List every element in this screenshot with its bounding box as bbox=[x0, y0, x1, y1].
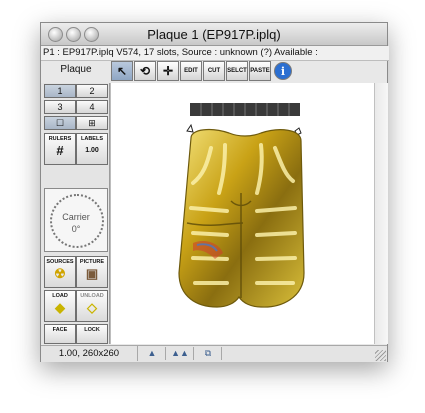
unload-button[interactable]: UNLOAD ◇ bbox=[76, 290, 108, 322]
grid-view-button[interactable]: ⊞ bbox=[76, 116, 108, 130]
rotate-icon: ⟲ bbox=[139, 64, 151, 78]
slot-button-2[interactable]: 2 bbox=[76, 84, 108, 98]
rulers-button[interactable]: RULERS # bbox=[44, 133, 76, 165]
select-arrow-icon: ↖ bbox=[116, 64, 128, 78]
crosshair-button[interactable]: ✛ bbox=[157, 61, 179, 81]
sources-button[interactable]: SOURCES ☢ bbox=[44, 256, 76, 288]
lock-label: LOCK bbox=[84, 327, 100, 333]
carrier-label: Carrier bbox=[62, 212, 90, 222]
paste-button[interactable]: PASTE bbox=[249, 61, 271, 81]
face-label: FACE bbox=[52, 327, 68, 333]
info-line: P1 : EP917P.iplq V574, 17 slots, Source … bbox=[41, 46, 389, 61]
select-button[interactable]: SELCT bbox=[226, 61, 248, 81]
unload-icon: ◇ bbox=[87, 300, 97, 315]
rulers-label: RULERS bbox=[48, 136, 72, 142]
window-title: Plaque 1 (EP917P.iplq) bbox=[147, 27, 281, 42]
labels-label: LABELS bbox=[81, 136, 103, 142]
info-button[interactable]: i bbox=[274, 62, 292, 80]
title-bar[interactable]: Plaque 1 (EP917P.iplq) bbox=[41, 23, 387, 46]
copy-view-button[interactable]: ⧉ bbox=[195, 347, 222, 360]
picture-label: PICTURE bbox=[79, 259, 105, 265]
zoom-out-button[interactable]: ▲ bbox=[139, 347, 166, 360]
plaque-image bbox=[178, 103, 305, 308]
status-bar: 1.00, 260x260 ▲ ▲▲ ⧉ bbox=[41, 345, 387, 362]
toolbar: ↖ ⟲ ✛ EDIT CUT SELCT PASTE i bbox=[111, 61, 292, 81]
plaque-window: Plaque 1 (EP917P.iplq) P1 : EP917P.iplq … bbox=[40, 22, 389, 362]
zoom-in-button[interactable]: ▲▲ bbox=[167, 347, 194, 360]
paste-icon: PASTE bbox=[250, 68, 270, 74]
sidebar: 1 2 3 4 ☐ ⊞ RULERS # LABELS 1.00 Carrier… bbox=[41, 83, 110, 344]
slot-button-1[interactable]: 1 bbox=[44, 84, 76, 98]
select-arrow-button[interactable]: ↖ bbox=[111, 61, 133, 81]
copy-view-icon: ⧉ bbox=[204, 348, 212, 358]
edit-icon: EDIT bbox=[184, 68, 198, 74]
load-label: LOAD bbox=[52, 293, 68, 299]
vertical-scrollbar[interactable] bbox=[374, 83, 388, 344]
load-button[interactable]: LOAD ◆ bbox=[44, 290, 76, 322]
square-view-icon: ☐ bbox=[55, 118, 65, 128]
edit-button[interactable]: EDIT bbox=[180, 61, 202, 81]
rotate-button[interactable]: ⟲ bbox=[134, 61, 156, 81]
resize-grip[interactable] bbox=[375, 350, 386, 361]
select-icon: SELCT bbox=[227, 68, 247, 74]
picture-icon: ▣ bbox=[85, 266, 99, 281]
cut-button[interactable]: CUT bbox=[203, 61, 225, 81]
labels-icon: 1.00 bbox=[85, 147, 99, 154]
zoom-in-mountain-icon: ▲▲ bbox=[171, 348, 189, 358]
gold-plaque bbox=[178, 128, 305, 308]
sources-label: SOURCES bbox=[46, 259, 74, 265]
rulers-grid-icon: # bbox=[56, 143, 64, 158]
zoom-out-mountain-icon: ▲ bbox=[147, 348, 157, 358]
cut-icon: CUT bbox=[207, 68, 221, 74]
radiation-icon: ☢ bbox=[54, 266, 66, 281]
square-view-button[interactable]: ☐ bbox=[44, 116, 76, 130]
scale-bar bbox=[190, 103, 300, 116]
info-icon: i bbox=[280, 64, 286, 78]
unload-label: UNLOAD bbox=[80, 293, 104, 299]
zoom-readout: 1.00, 260x260 bbox=[41, 346, 138, 361]
lock-button[interactable]: LOCK bbox=[76, 324, 108, 344]
sidebar-header: Plaque bbox=[60, 64, 92, 75]
carrier-dial[interactable]: Carrier 0° bbox=[44, 188, 108, 252]
grid-view-icon: ⊞ bbox=[88, 118, 96, 128]
picture-button[interactable]: PICTURE ▣ bbox=[76, 256, 108, 288]
slot-button-3[interactable]: 3 bbox=[44, 100, 76, 114]
labels-button[interactable]: LABELS 1.00 bbox=[76, 133, 108, 165]
carrier-angle: 0° bbox=[71, 224, 81, 234]
face-button[interactable]: FACE bbox=[44, 324, 76, 344]
slot-button-4[interactable]: 4 bbox=[76, 100, 108, 114]
crosshair-icon: ✛ bbox=[162, 64, 174, 78]
load-icon: ◆ bbox=[55, 300, 65, 315]
plaque-canvas[interactable] bbox=[110, 83, 375, 344]
